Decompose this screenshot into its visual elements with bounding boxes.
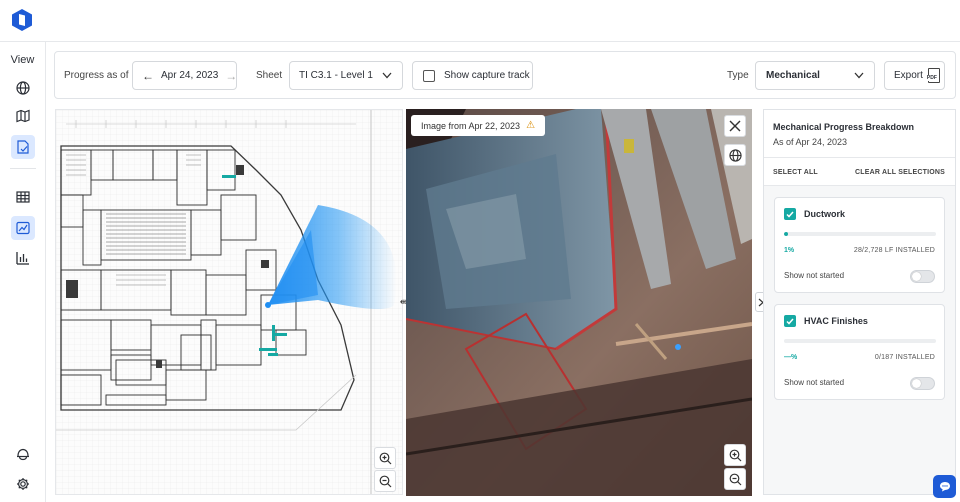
type-select[interactable]: Mechanical [755,61,875,90]
type-value: Mechanical [766,70,820,81]
arrow-left-icon[interactable]: ← [142,69,154,83]
sheet-label: Sheet [256,70,283,81]
pdf-icon: PDF [926,68,940,83]
show-capture-track-toggle[interactable]: Show capture track [412,61,533,90]
globe-icon[interactable] [11,76,35,100]
arrow-right-icon[interactable]: → [225,69,237,83]
progress-toolbar: Progress as of ← Apr 24, 2023 → Sheet TI… [54,51,956,99]
warning-icon: ⚠ [526,120,536,131]
site-photo[interactable] [406,109,752,496]
ductwork-checkbox[interactable] [784,208,796,220]
toggle-knob [912,379,921,388]
show-not-started-label: Show not started [784,271,845,280]
site-photo-viewer[interactable]: Image from Apr 22, 2023 ⚠ [406,109,752,496]
show-not-started-toggle[interactable] [910,270,935,283]
app-logo[interactable] [11,8,33,32]
check-icon [786,211,794,218]
progress-bar-fill [784,232,788,236]
capture-track-checkbox[interactable] [423,69,435,82]
check-icon [786,318,794,325]
card-installed: 28/2,728 LF INSTALLED [853,247,935,254]
toggle-knob [912,272,921,281]
export-button[interactable]: Export PDF [884,61,945,90]
chevron-down-icon [854,72,864,79]
progress-bar [784,232,936,236]
bar-chart-icon[interactable] [11,246,35,270]
progress-card-hvac-finishes: HVAC Finishes —% 0/187 INSTALLED Show no… [774,304,945,400]
export-label: Export [894,70,923,81]
progress-sheet-icon[interactable] [11,135,35,159]
show-not-started-toggle[interactable] [910,377,935,390]
zoom-in-icon[interactable] [724,444,746,466]
card-name: HVAC Finishes [804,316,868,326]
globe-icon[interactable] [724,144,746,166]
card-percent: —% [784,354,798,361]
selection-row: SELECT ALL CLEAR ALL SELECTIONS [764,158,955,186]
panel-header: Mechanical Progress Breakdown As of Apr … [764,110,955,158]
image-date-text: Image from Apr 22, 2023 [421,120,521,131]
panel-subtitle: As of Apr 24, 2023 [773,137,848,147]
progress-bar [784,339,936,343]
show-not-started-label: Show not started [784,378,845,387]
hard-hat-icon[interactable] [11,442,35,466]
date-value: Apr 24, 2023 [161,70,219,81]
pdf-badge: PDF [926,75,937,81]
progress-card-ductwork: Ductwork 1% 28/2,728 LF INSTALLED Show n… [774,197,945,293]
panel-title: Mechanical Progress Breakdown [773,122,915,132]
sheet-value: TI C3.1 - Level 1 [299,70,373,81]
card-name: Ductwork [804,209,846,219]
sidebar: View [0,42,46,502]
table-icon[interactable] [11,185,35,209]
image-date-badge: Image from Apr 22, 2023 ⚠ [411,115,546,136]
sidebar-divider [10,168,36,169]
close-icon[interactable] [724,115,746,137]
map-icon[interactable] [11,104,35,128]
chat-support-button[interactable] [933,475,956,498]
sheet-select[interactable]: TI C3.1 - Level 1 [289,61,403,90]
zoom-out-icon[interactable] [724,468,746,490]
capture-track-label: Show capture track [444,70,530,81]
floor-plan-viewer[interactable] [55,109,403,495]
view-label: View [10,54,35,66]
clear-all-selections-link[interactable]: CLEAR ALL SELECTIONS [855,169,945,176]
card-percent: 1% [784,247,795,254]
chat-icon [939,482,950,492]
date-picker[interactable]: ← Apr 24, 2023 → [132,61,237,90]
progress-breakdown-panel: Mechanical Progress Breakdown As of Apr … [763,109,956,495]
card-installed: 0/187 INSTALLED [874,354,935,361]
type-label: Type [727,70,749,81]
zoom-in-icon[interactable] [374,447,396,469]
progress-as-of-label: Progress as of [64,70,129,81]
zoom-out-icon[interactable] [374,470,396,492]
gear-icon[interactable] [11,472,35,496]
floor-plan-drawing[interactable] [56,110,403,495]
select-all-link[interactable]: SELECT ALL [773,169,818,176]
chevron-down-icon [382,72,392,79]
top-bar [0,0,960,42]
map-compare-icon[interactable] [11,216,35,240]
hvac-finishes-checkbox[interactable] [784,315,796,327]
